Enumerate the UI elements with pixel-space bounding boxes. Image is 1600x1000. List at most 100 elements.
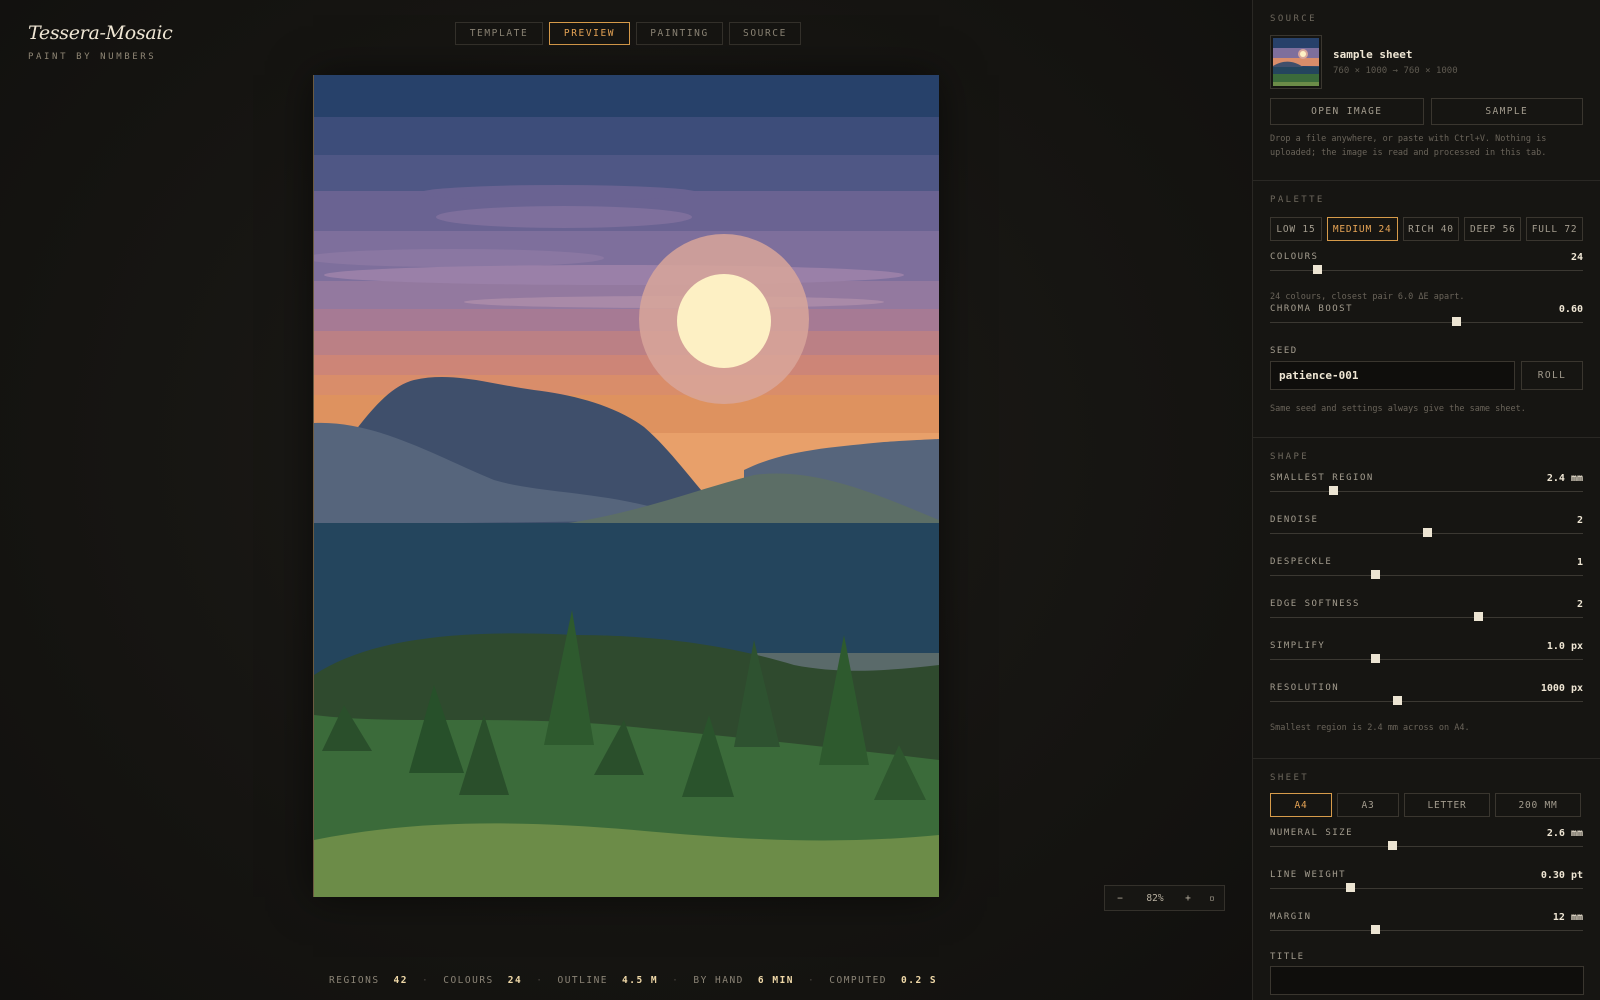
seed-input[interactable]: patience-001 [1270, 361, 1515, 390]
separator: · [808, 975, 816, 986]
seed-label: SEED [1270, 346, 1298, 356]
slider-handle[interactable] [1388, 841, 1398, 850]
resolution-slider[interactable]: RESOLUTION 1000 px [1270, 683, 1583, 725]
source-name: sample sheet [1333, 48, 1413, 61]
zoom-level: 82% [1146, 892, 1164, 904]
stat-label: OUTLINE [557, 975, 609, 986]
stat-value-computed: 0.2 S [901, 975, 938, 986]
tab-template[interactable]: TEMPLATE [455, 22, 543, 45]
slider-value: 12 mm [1552, 912, 1583, 923]
roll-button[interactable]: ROLL [1521, 361, 1583, 390]
separator: · [536, 975, 544, 986]
preset-low[interactable]: LOW 15 [1270, 217, 1322, 241]
slider-handle[interactable] [1345, 883, 1355, 892]
thumbnail-image [1273, 38, 1319, 86]
zoom-out-button[interactable]: − [1105, 893, 1135, 904]
despeckle-slider[interactable]: DESPECKLE 1 [1270, 557, 1583, 599]
slider-label: EDGE SOFTNESS [1270, 599, 1360, 609]
denoise-slider[interactable]: DENOISE 2 [1270, 515, 1583, 557]
tab-painting[interactable]: PAINTING [636, 22, 723, 45]
stat-label: COMPUTED [829, 975, 888, 986]
sheet-letter[interactable]: LETTER [1404, 793, 1490, 817]
stat-label: COLOURS [443, 975, 494, 986]
sheet-a4[interactable]: A4 [1270, 793, 1332, 817]
slider-track[interactable] [1270, 575, 1583, 576]
smallest-region-slider[interactable]: SMALLEST REGION 2.4 mm [1270, 473, 1583, 515]
slider-value: 0.30 pt [1540, 870, 1583, 881]
workspace: Tessera-Mosaic PAINT BY NUMBERS TEMPLATE… [0, 0, 1252, 1000]
stat-label: BY HAND [693, 975, 744, 986]
slider-label: RESOLUTION [1270, 683, 1340, 693]
slider-handle[interactable] [1312, 265, 1322, 274]
preview-canvas[interactable] [313, 75, 939, 897]
slider-handle[interactable] [1370, 570, 1380, 579]
slider-value: 0.60 [1558, 304, 1583, 315]
preset-rich[interactable]: RICH 40 [1402, 217, 1460, 241]
slider-handle[interactable] [1422, 528, 1432, 537]
open-image-button[interactable]: OPEN IMAGE [1270, 98, 1424, 125]
slider-value: 1 [1576, 557, 1583, 568]
sheet-200mm[interactable]: 200 MM [1495, 793, 1581, 817]
slider-value: 2.4 mm [1546, 473, 1583, 484]
slider-track[interactable] [1270, 930, 1583, 931]
slider-track[interactable] [1270, 701, 1583, 702]
preset-full[interactable]: FULL 72 [1526, 217, 1584, 241]
line-weight-slider[interactable]: LINE WEIGHT 0.30 pt [1270, 870, 1583, 912]
stat-value-regions: 42 [393, 975, 408, 986]
palette-section: PALETTE LOW 15 MEDIUM 24 RICH 40 DEEP 56… [1253, 181, 1600, 438]
slider-value: 24 [1570, 252, 1583, 263]
colours-slider[interactable]: COLOURS 24 [1270, 252, 1583, 294]
sheet-a3[interactable]: A3 [1337, 793, 1399, 817]
separator: · [672, 975, 680, 986]
sample-button[interactable]: SAMPLE [1430, 98, 1583, 125]
slider-label: DESPECKLE [1270, 557, 1333, 567]
numeral-size-slider[interactable]: NUMERAL SIZE 2.6 mm [1270, 828, 1583, 870]
stat-value-outline: 4.5 M [622, 975, 659, 986]
tab-preview[interactable]: PREVIEW [549, 22, 630, 45]
edge-softness-slider[interactable]: EDGE SOFTNESS 2 [1270, 599, 1583, 641]
shape-section: SHAPE SMALLEST REGION 2.4 mm DENOISE 2 DESPE… [1253, 438, 1600, 759]
slider-value: 1000 px [1540, 683, 1583, 694]
simplify-slider[interactable]: SIMPLIFY 1.0 px [1270, 641, 1583, 683]
sheet-sizes: A4 A3 LETTER 200 MM [1270, 793, 1583, 817]
section-title: SHEET [1270, 773, 1310, 783]
brand: Tessera-Mosaic PAINT BY NUMBERS [28, 22, 173, 62]
source-hint: Drop a file anywhere, or paste with Ctrl… [1270, 134, 1547, 158]
zoom-controls: − 82% + ▫ [1104, 885, 1225, 911]
slider-value: 2 [1576, 599, 1583, 610]
slider-label: NUMERAL SIZE [1270, 828, 1354, 838]
preset-medium[interactable]: MEDIUM 24 [1326, 217, 1398, 241]
slider-track[interactable] [1270, 617, 1583, 618]
title-input[interactable] [1270, 966, 1584, 995]
status-bar: REGIONS 42 · COLOURS 24 · OUTLINE 4.5 M … [329, 975, 937, 986]
slider-label: CHROMA BOOST [1270, 304, 1354, 314]
slider-handle[interactable] [1392, 696, 1402, 705]
section-title: SHAPE [1270, 452, 1310, 462]
sheet-section: SHEET A4 A3 LETTER 200 MM NUMERAL SIZE 2.… [1253, 759, 1600, 1000]
app-tagline: PAINT BY NUMBERS [28, 52, 157, 62]
tab-source[interactable]: SOURCE [729, 22, 801, 45]
slider-handle[interactable] [1370, 925, 1380, 934]
slider-handle[interactable] [1370, 654, 1380, 663]
separator: · [422, 975, 430, 986]
slider-track[interactable] [1270, 888, 1583, 889]
chroma-boost-slider[interactable]: CHROMA BOOST 0.60 [1270, 304, 1583, 346]
slider-track[interactable] [1270, 491, 1583, 492]
slider-label: LINE WEIGHT [1270, 870, 1347, 880]
zoom-in-button[interactable]: + [1175, 893, 1201, 904]
settings-sidebar: SOURCE sample sheet 760 × 1000 → 760 × 1… [1252, 0, 1600, 1000]
slider-track[interactable] [1270, 846, 1583, 847]
slider-track[interactable] [1270, 659, 1583, 660]
slider-handle[interactable] [1452, 317, 1462, 326]
slider-label: MARGIN [1270, 912, 1312, 922]
slider-handle[interactable] [1474, 612, 1484, 621]
source-thumbnail[interactable] [1270, 35, 1322, 89]
fit-icon[interactable]: ▫ [1201, 893, 1223, 904]
slider-track[interactable] [1270, 322, 1583, 323]
section-title: SOURCE [1270, 14, 1317, 24]
preset-deep[interactable]: DEEP 56 [1464, 217, 1522, 241]
slider-label: SMALLEST REGION [1270, 473, 1374, 483]
stat-value-colours: 24 [507, 975, 523, 986]
slider-handle[interactable] [1328, 486, 1338, 495]
margin-slider[interactable]: MARGIN 12 mm [1270, 912, 1583, 954]
